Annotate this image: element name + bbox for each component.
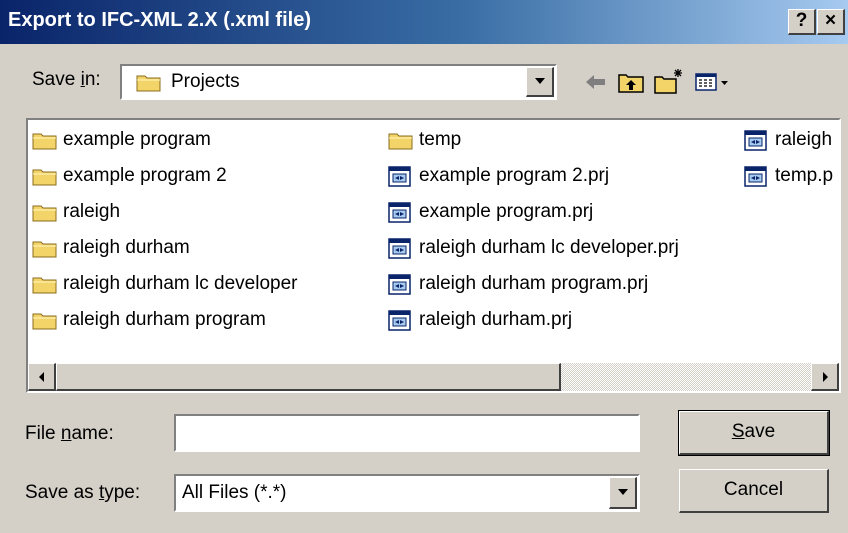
view-menu-icon [695, 73, 728, 91]
back-arrow-icon [586, 75, 605, 89]
item-label: raleigh durham [63, 237, 190, 258]
item-label: raleigh durham lc developer.prj [419, 237, 679, 258]
arrow-right-icon [822, 372, 828, 382]
file-list[interactable]: example program example program 2 raleigh r… [26, 118, 841, 393]
item-label: example program 2 [63, 165, 227, 186]
save-in-label: Save in: [32, 69, 101, 90]
item-label: raleigh [775, 129, 833, 150]
title-bar[interactable]: Export to IFC-XML 2.X (.xml file) ? × [0, 0, 848, 44]
chevron-down-icon [617, 489, 628, 495]
item-label: raleigh durham program.prj [419, 273, 649, 294]
folder-icon [136, 75, 161, 92]
scroll-left-button[interactable] [28, 363, 56, 391]
item-label: raleigh durham.prj [419, 309, 573, 330]
scroll-thumb[interactable] [56, 363, 561, 391]
item-label: example program 2.prj [419, 165, 610, 186]
cancel-button[interactable]: Cancel [679, 469, 829, 513]
file-name-label: File name: [25, 423, 114, 444]
item-label: temp [419, 129, 462, 150]
item-label: raleigh durham lc developer [63, 273, 298, 294]
window-title: Export to IFC-XML 2.X (.xml file) [8, 9, 311, 31]
save-button[interactable]: Save [678, 410, 830, 456]
save-in-combobox[interactable]: Projects [120, 64, 557, 100]
save-as-type-value: All Files (*.*) [182, 482, 287, 503]
scroll-right-button[interactable] [811, 363, 839, 391]
close-icon: × [824, 10, 837, 31]
save-as-type-dropdown-button[interactable] [609, 477, 637, 509]
item-label: raleigh [63, 201, 121, 222]
up-one-level-button[interactable] [614, 66, 648, 98]
new-folder-icon [654, 69, 682, 94]
file-name-input[interactable] [174, 414, 640, 452]
save-in-value: Projects [171, 71, 240, 92]
chevron-down-icon [534, 78, 545, 84]
horizontal-scrollbar[interactable] [28, 363, 839, 391]
close-button[interactable]: × [817, 9, 845, 35]
save-as-type-combobox[interactable]: All Files (*.*) [174, 474, 640, 512]
arrow-left-icon [38, 372, 44, 382]
help-button[interactable]: ? [788, 9, 816, 35]
up-one-level-icon [618, 74, 644, 93]
view-menu-button[interactable] [692, 66, 734, 98]
save-dialog: Export to IFC-XML 2.X (.xml file) ? × Sa… [0, 0, 848, 533]
save-in-dropdown-button[interactable] [526, 67, 554, 97]
help-icon: ? [795, 10, 808, 31]
item-label: temp.p [775, 165, 834, 186]
item-label: raleigh durham program [63, 309, 266, 330]
back-button[interactable] [578, 66, 612, 98]
item-label: example program [63, 129, 211, 150]
save-as-type-label: Save as type: [25, 482, 141, 503]
item-label: example program.prj [419, 201, 594, 222]
new-folder-button[interactable] [652, 66, 686, 98]
